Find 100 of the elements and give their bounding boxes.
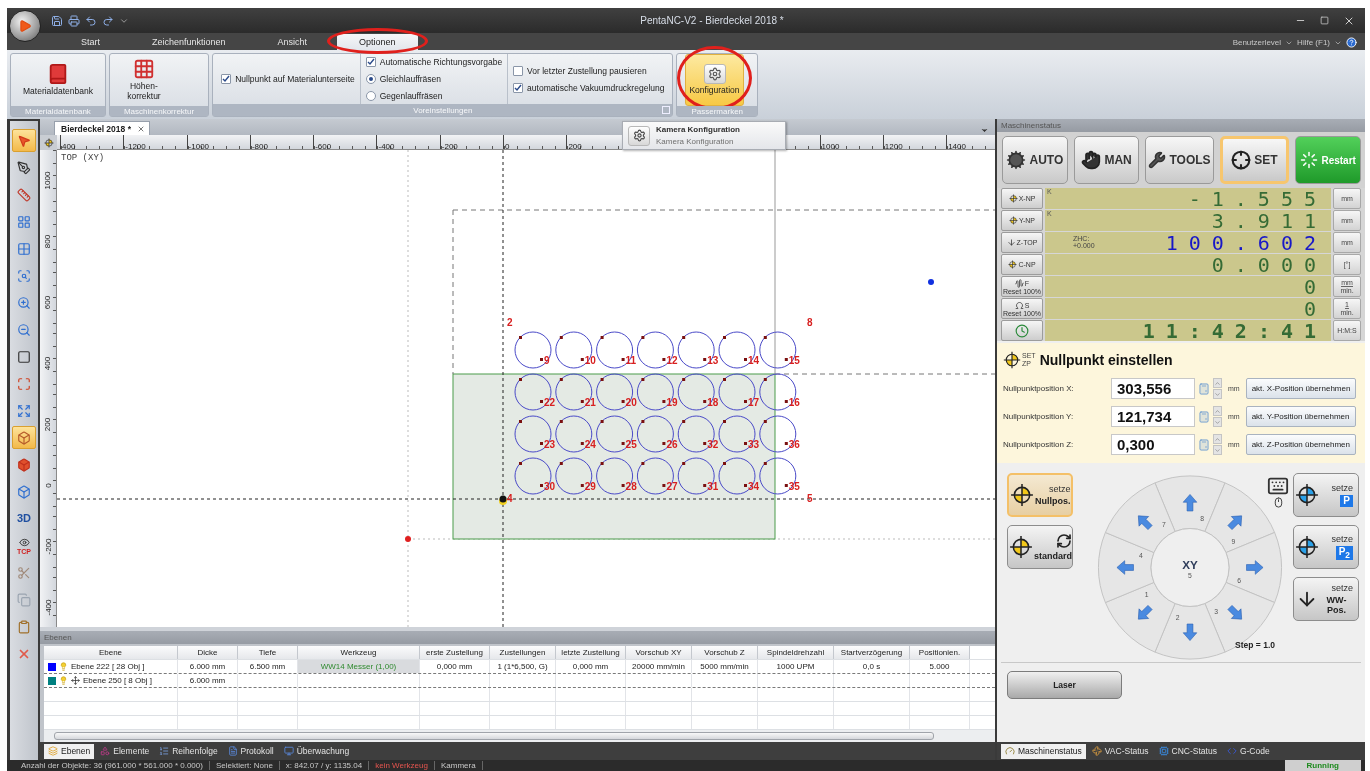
- hole-label: 21: [584, 397, 596, 408]
- laser-button[interactable]: Laser: [1007, 671, 1122, 699]
- tool-button[interactable]: [12, 129, 36, 152]
- ribbon-tab[interactable]: Optionen: [337, 34, 418, 50]
- hole-label: 18: [707, 397, 719, 408]
- lightbulb-icon[interactable]: [59, 676, 68, 685]
- group-label: Materialdatenbank: [25, 106, 91, 116]
- panel-tab[interactable]: Protokoll: [223, 743, 278, 759]
- mode-button[interactable]: TOOLS: [1145, 136, 1214, 184]
- column-header[interactable]: Vorschub XY: [626, 646, 692, 659]
- take-position-button[interactable]: akt. Y-Position übernehmen: [1245, 406, 1356, 427]
- checkbox-box[interactable]: [365, 57, 376, 67]
- redo-icon[interactable]: [102, 14, 114, 27]
- checkbox[interactable]: Automatische Richtungsvorgabe: [365, 55, 503, 69]
- radio-button[interactable]: Gegenlauffräsen: [365, 89, 503, 103]
- number-input[interactable]: 121,734: [1111, 406, 1195, 427]
- panel-tab[interactable]: Ebenen: [44, 743, 95, 759]
- column-header[interactable]: Startverzögerung: [834, 646, 910, 659]
- number-input[interactable]: 0,300: [1111, 434, 1195, 455]
- printer-icon[interactable]: [68, 14, 80, 27]
- number-input[interactable]: 303,556: [1111, 378, 1195, 399]
- checkbox[interactable]: automatische Vakuumdruckregelung: [513, 80, 665, 95]
- radio-button[interactable]: Gleichlauffräsen: [365, 72, 503, 86]
- take-position-button[interactable]: akt. X-Position übernehmen: [1245, 378, 1357, 399]
- table-cell: 6.000 mm: [189, 676, 226, 685]
- header-menu-item[interactable]: Benutzerlevel: [1232, 38, 1282, 47]
- column-header[interactable]: Werkzeug: [298, 646, 420, 659]
- column-header[interactable]: Zustellungen: [490, 646, 556, 659]
- popup-menu[interactable]: Kamera Konfiguration Kamera Konfiguration: [622, 121, 786, 150]
- table-cell: Ebene 222 [ 28 Obj ]: [71, 662, 145, 671]
- dialog-launcher-icon[interactable]: [662, 106, 671, 114]
- column-header[interactable]: Dicke: [178, 646, 238, 659]
- checkbox-box[interactable]: [513, 65, 524, 76]
- spinner[interactable]: [1213, 378, 1222, 399]
- ribbon-button[interactable]: Materialdatenbank: [19, 54, 97, 106]
- scroll-thumb[interactable]: [54, 732, 934, 740]
- column-header[interactable]: Tiefe: [238, 646, 298, 659]
- mode-button[interactable]: MAN: [1073, 136, 1140, 184]
- mode-button[interactable]: AUTO: [1002, 136, 1068, 184]
- column-header[interactable]: letzte Zustellung: [556, 646, 626, 659]
- checkbox-box[interactable]: [221, 74, 232, 84]
- ribbon-tab[interactable]: Start: [59, 34, 122, 50]
- checkbox[interactable]: Vor letzter Zustellung pausieren: [513, 63, 665, 78]
- app-menu-button[interactable]: [9, 10, 41, 42]
- undo-icon[interactable]: [85, 14, 97, 27]
- caret-icon[interactable]: [980, 126, 989, 135]
- table-cell: 1000 UPM: [776, 662, 815, 671]
- lightbulb-icon[interactable]: [59, 662, 68, 671]
- close-icon[interactable]: [136, 124, 145, 133]
- setze-button[interactable]: setze WW-Pos.: [1293, 577, 1359, 621]
- panel-tab[interactable]: Überwachung: [279, 743, 354, 759]
- menu-item-description: Kamera Konfiguration: [656, 137, 735, 146]
- take-position-button[interactable]: akt. Z-Position übernehmen: [1245, 434, 1356, 455]
- setze-button[interactable]: setze Nullpos.: [1007, 473, 1073, 517]
- axis-button[interactable]: [1001, 320, 1043, 341]
- horizontal-scrollbar[interactable]: [44, 730, 995, 742]
- table-cell: Ebene 250 [ 8 Obj ]: [83, 676, 152, 685]
- panel-tab[interactable]: VAC-Status: [1087, 743, 1153, 759]
- calculator-icon[interactable]: [1198, 410, 1210, 423]
- ribbon-button[interactable]: Höhen-korrektur: [117, 54, 170, 106]
- frame-icon: [17, 349, 31, 364]
- column-header[interactable]: Vorschub Z: [692, 646, 758, 659]
- column-header[interactable]: Spindeldrehzahl: [758, 646, 834, 659]
- hole-label: 11: [625, 355, 637, 366]
- column-header[interactable]: Ebene: [44, 646, 178, 659]
- checkbox-box[interactable]: [513, 82, 524, 93]
- step-label: Step = 1.0: [1235, 640, 1275, 650]
- save-icon[interactable]: [51, 14, 63, 27]
- radio-circle[interactable]: [365, 74, 376, 84]
- tool-button[interactable]: 3D: [12, 507, 36, 530]
- calculator-icon[interactable]: [1198, 382, 1210, 395]
- mode-button[interactable]: SET: [1219, 136, 1290, 184]
- setze-button[interactable]: standard: [1007, 525, 1073, 569]
- spinner[interactable]: [1213, 406, 1222, 427]
- checkbox[interactable]: Nullpunkt auf Materialunterseite: [221, 72, 355, 86]
- setze-button[interactable]: setze P: [1293, 473, 1359, 517]
- readout-value: 11:42:41: [1142, 320, 1327, 341]
- ribbon-button[interactable]: Konfiguration: [685, 54, 744, 106]
- layers-icon: [48, 746, 58, 756]
- panel-tab[interactable]: Maschinenstatus: [1001, 743, 1086, 759]
- document-tab[interactable]: Bierdeckel 2018 *: [54, 121, 150, 135]
- spinner[interactable]: [1213, 434, 1222, 455]
- hole-label: 27: [666, 481, 678, 492]
- help-icon[interactable]: [1346, 37, 1357, 48]
- crosshair-icon: [1008, 260, 1018, 269]
- calculator-icon[interactable]: [1198, 438, 1210, 451]
- panel-tab[interactable]: Elemente: [96, 743, 154, 759]
- radio-circle[interactable]: [365, 91, 376, 101]
- column-header[interactable]: Positionien.: [910, 646, 970, 659]
- column-header[interactable]: erste Zustellung: [420, 646, 490, 659]
- drawing-canvas[interactable]: 9 10 11 12 13 14 15 22 21 20 19 18 17 16 23 24 25 26 32 33 36 30 29 28 27 31 34 35 2 8 4 5 TOP (XY): [57, 150, 995, 627]
- maximize-icon[interactable]: [1320, 16, 1329, 25]
- ribbon-tab[interactable]: Zeichenfunktionen: [130, 34, 248, 50]
- ribbon-tab[interactable]: Ansicht: [255, 34, 330, 50]
- panel-tab[interactable]: Reihenfolge: [155, 743, 222, 759]
- setze-button[interactable]: setze P$_{2}$: [1293, 525, 1359, 569]
- panel-tab[interactable]: G-Code: [1222, 743, 1274, 759]
- panel-tab[interactable]: CNC-Status: [1154, 743, 1221, 759]
- ruler-label: -800: [250, 142, 268, 149]
- header-menu-item[interactable]: Hilfe (F1): [1297, 38, 1330, 47]
